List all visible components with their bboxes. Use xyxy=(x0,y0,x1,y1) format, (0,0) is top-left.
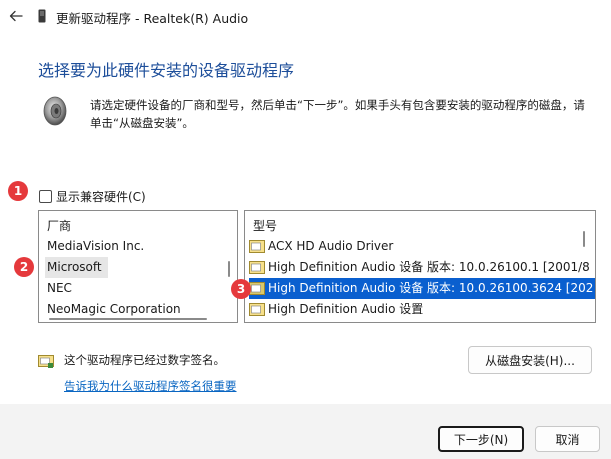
step-marker-3: 3 xyxy=(231,279,251,299)
model-item-selected[interactable]: High Definition Audio 设备 版本: 10.0.26100.… xyxy=(249,278,595,299)
page-heading: 选择要为此硬件安装的设备驱动程序 xyxy=(38,61,295,80)
show-compatible-checkbox[interactable] xyxy=(39,190,52,203)
signature-info-link[interactable]: 告诉我为什么驱动程序签名很重要 xyxy=(64,378,237,394)
manufacturer-vertical-scrollbar[interactable] xyxy=(228,261,230,277)
have-disk-button[interactable]: 从磁盘安装(H)... xyxy=(468,346,592,374)
cancel-button[interactable]: 取消 xyxy=(535,426,600,452)
manufacturer-item[interactable]: MediaVision Inc. xyxy=(47,236,144,257)
manufacturer-horizontal-scrollbar[interactable] xyxy=(49,318,207,320)
model-list-header: 型号 xyxy=(253,219,278,233)
driver-icon xyxy=(249,240,265,253)
instructions-text: 请选定硬件设备的厂商和型号，然后单击“下一步”。如果手头有包含要安装的驱动程序的… xyxy=(90,98,585,130)
model-item[interactable]: High Definition Audio 设备 版本: 10.0.26100.… xyxy=(249,257,590,278)
show-compatible-label[interactable]: 显示兼容硬件(C) xyxy=(56,188,146,205)
model-item-label: High Definition Audio 设备 版本: 10.0.26100.… xyxy=(268,260,590,274)
device-icon xyxy=(38,9,46,23)
signature-status-text: 这个驱动程序已经过数字签名。 xyxy=(64,353,225,367)
driver-icon xyxy=(249,261,265,274)
arrow-left-icon[interactable] xyxy=(8,8,24,24)
manufacturer-item[interactable]: NeoMagic Corporation xyxy=(47,299,181,320)
manufacturer-list[interactable]: 厂商 MediaVision Inc. Microsoft NEC NeoMag… xyxy=(38,210,238,323)
driver-icon xyxy=(249,303,265,316)
driver-icon xyxy=(249,282,265,295)
model-item[interactable]: ACX HD Audio Driver xyxy=(249,236,393,257)
manufacturer-item-selected[interactable]: Microsoft xyxy=(45,257,108,278)
next-button[interactable]: 下一步(N) xyxy=(438,426,524,452)
speaker-icon xyxy=(43,96,67,126)
manufacturer-list-header: 厂商 xyxy=(47,219,72,233)
model-item-label: ACX HD Audio Driver xyxy=(268,239,394,253)
step-marker-1: 1 xyxy=(8,181,28,201)
signed-driver-icon xyxy=(38,355,54,368)
model-item-label: High Definition Audio 设置 xyxy=(268,302,424,316)
model-list[interactable]: 型号 ACX HD Audio Driver High Definition A… xyxy=(244,210,596,323)
model-item[interactable]: High Definition Audio 设置 xyxy=(249,299,423,320)
step-marker-2: 2 xyxy=(14,257,34,277)
window-title: 更新驱动程序 - Realtek(R) Audio xyxy=(56,11,249,26)
model-vertical-scrollbar[interactable] xyxy=(583,231,585,247)
manufacturer-item[interactable]: NEC xyxy=(47,278,72,299)
model-item-label: High Definition Audio 设备 版本: 10.0.26100.… xyxy=(268,281,594,295)
